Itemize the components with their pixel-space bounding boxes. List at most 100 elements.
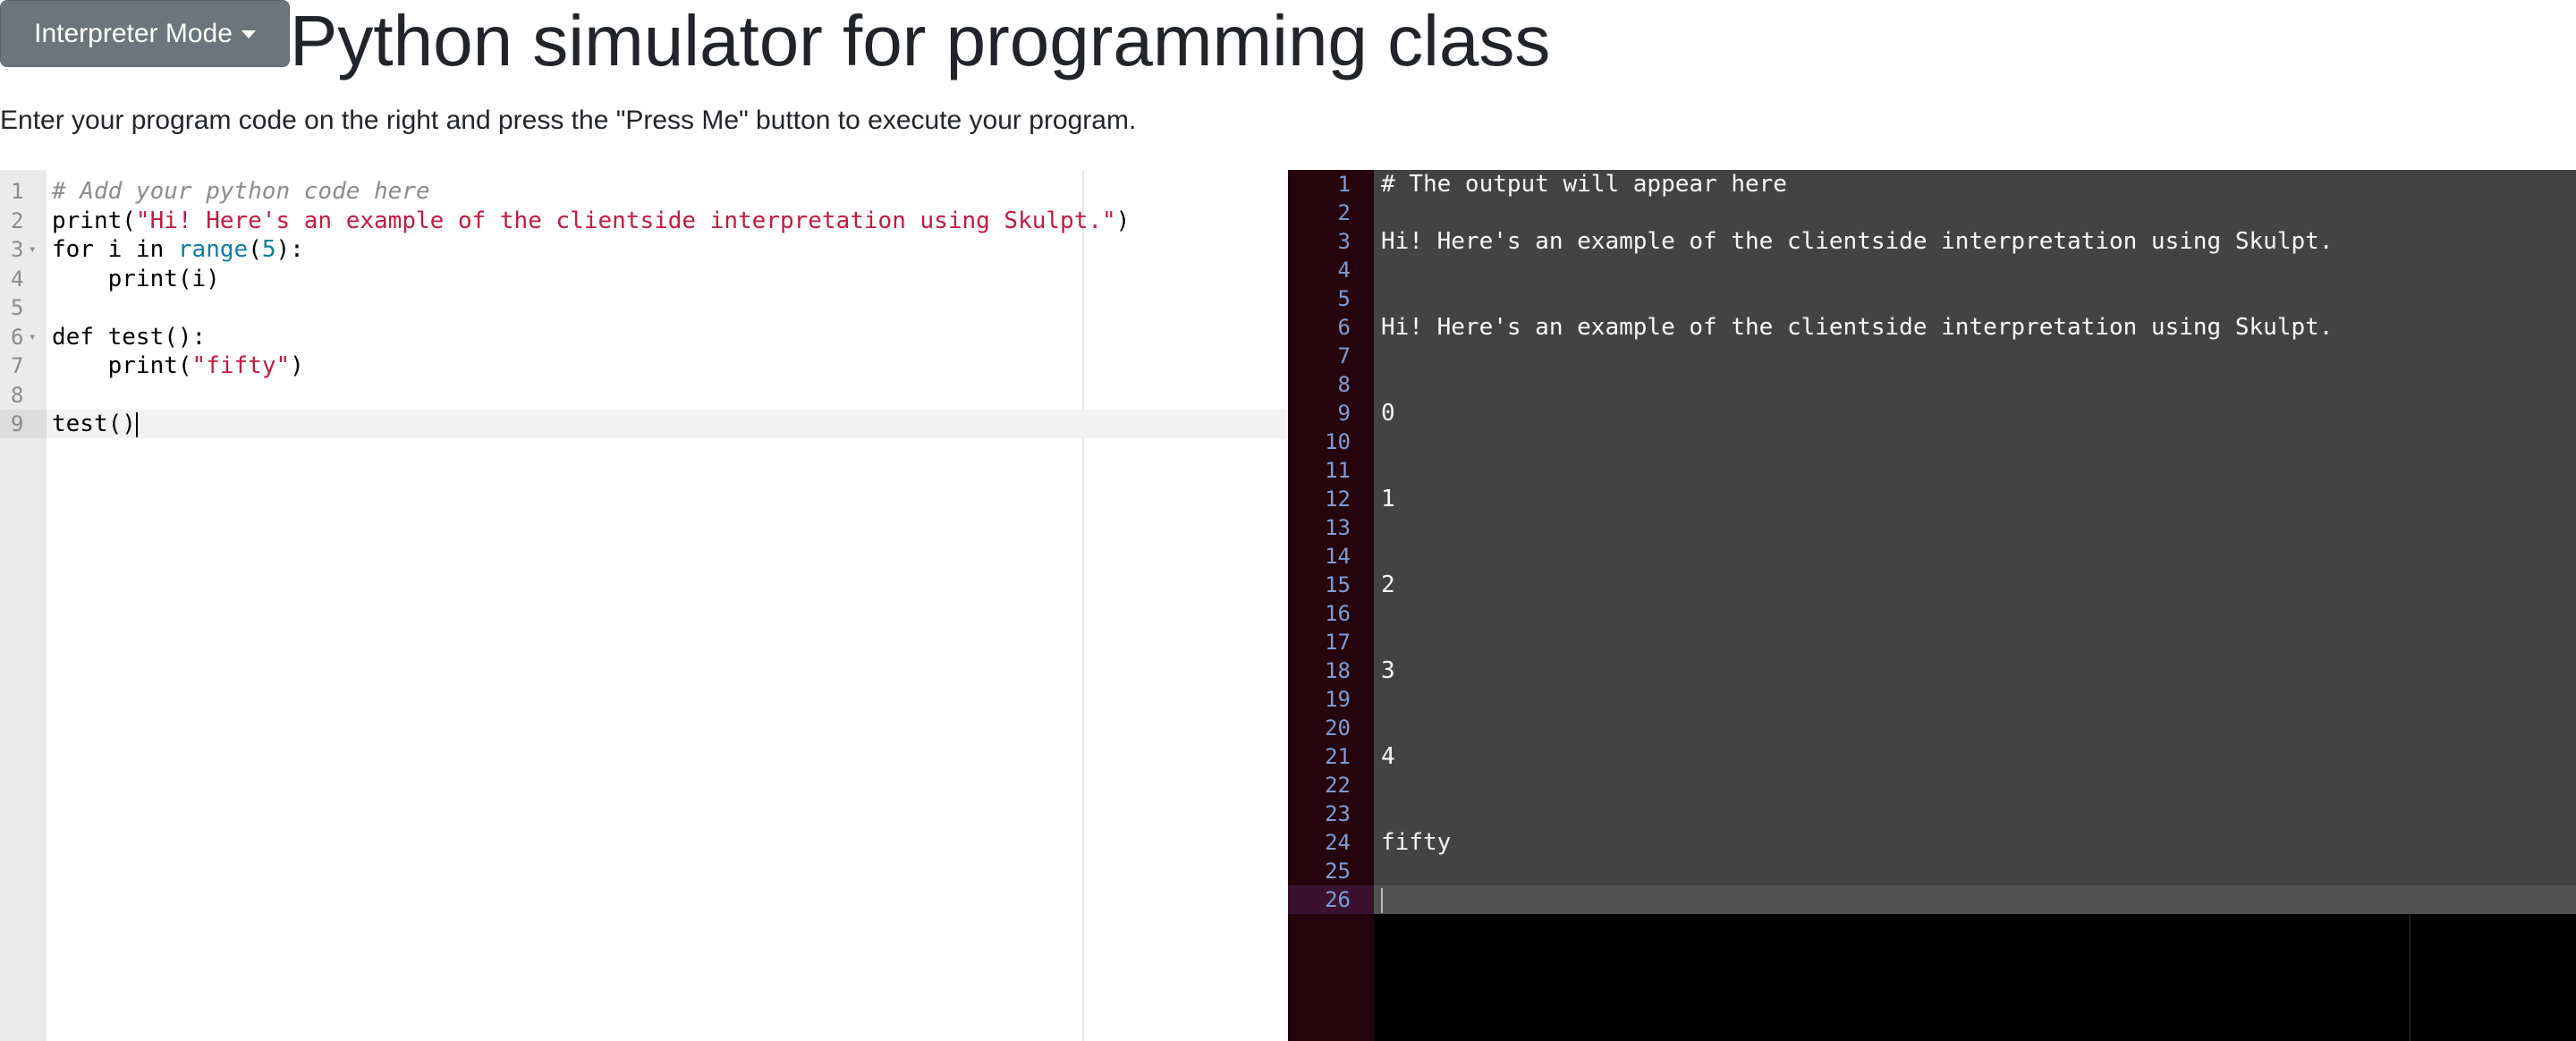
output-line-number: 1	[1337, 172, 1351, 197]
output-line-number: 2	[1337, 200, 1351, 225]
output-line-text	[1374, 599, 2576, 628]
editor-line[interactable]: 2 print("Hi! Here's an example of the cli…	[0, 207, 1288, 235]
editor-line-number: 5	[11, 295, 24, 320]
output-line: 7	[1288, 342, 2576, 370]
fold-toggle-icon[interactable]: ▾	[29, 235, 36, 264]
output-line-number: 25	[1325, 859, 1351, 884]
editor-line-code: # Add your python code here	[52, 177, 430, 206]
code-editor[interactable]: 1 # Add your python code here 2 print("Hi! …	[0, 170, 1288, 1041]
output-line-text	[1374, 885, 2576, 914]
editor-line-number: 8	[11, 382, 24, 408]
code-token: print(i)	[52, 265, 220, 292]
output-line-text: Hi! Here's an example of the clientside …	[1381, 228, 2334, 255]
editor-line[interactable]: 7 print("fifty")	[0, 351, 1288, 380]
output-line-text	[1374, 628, 2576, 656]
output-console[interactable]: 1 # The output will appear here 2 3 Hi! Here…	[1288, 170, 2576, 1041]
output-line-number: 4	[1337, 258, 1351, 283]
editor-line[interactable]: 8	[0, 381, 1288, 410]
editor-line[interactable]: 3 ▾ for i in range(5):	[0, 235, 1288, 264]
code-token: (	[248, 236, 262, 263]
code-token: "fifty"	[191, 352, 291, 379]
output-line-number: 9	[1337, 401, 1351, 426]
output-line-text	[1374, 800, 2576, 828]
editor-line-code: print(i)	[52, 265, 220, 293]
code-token: test():	[93, 323, 207, 351]
output-line-text	[1374, 284, 2576, 313]
output-line-number: 20	[1325, 715, 1351, 741]
output-line-number: 19	[1325, 687, 1351, 712]
output-line: 15 2	[1288, 571, 2576, 599]
output-line: 12 1	[1288, 485, 2576, 513]
output-line-text	[1374, 370, 2576, 399]
output-line-number: 26	[1288, 885, 1374, 914]
output-divider	[2409, 914, 2411, 1041]
output-line-number: 18	[1325, 658, 1351, 683]
editor-line-number: 6	[11, 324, 24, 350]
output-line-number: 21	[1325, 744, 1351, 769]
output-line-number: 15	[1325, 572, 1351, 597]
editor-line-code: print("fifty")	[52, 351, 304, 380]
fold-toggle-icon[interactable]: ▾	[29, 323, 36, 351]
output-line: 24 fifty	[1288, 828, 2576, 857]
editor-line[interactable]: 1 # Add your python code here	[0, 177, 1288, 206]
output-cursor	[1381, 887, 1383, 913]
output-line-text: 0	[1381, 400, 1395, 427]
editor-line-code: print("Hi! Here's an example of the clie…	[52, 207, 1130, 235]
output-line: 17	[1288, 628, 2576, 656]
editor-line-number: 4	[11, 266, 24, 292]
output-line-text: 1	[1381, 486, 1395, 512]
code-token: # Add your python code here	[52, 178, 430, 205]
code-token: )	[290, 352, 304, 379]
output-line-text: 4	[1381, 743, 1395, 770]
output-line: 2	[1288, 199, 2576, 227]
output-line-text: 3	[1381, 657, 1395, 684]
code-token: "Hi! Here's an example of the clientside…	[135, 207, 1116, 234]
output-line: 8	[1288, 370, 2576, 399]
output-line: 22	[1288, 771, 2576, 800]
output-line-text	[1374, 857, 2576, 885]
output-line: 13	[1288, 513, 2576, 542]
output-line-text: fifty	[1381, 829, 1452, 856]
output-line-text	[1374, 342, 2576, 370]
output-line: 6 Hi! Here's an example of the clientside…	[1288, 313, 2576, 342]
interpreter-mode-label: Interpreter Mode	[34, 18, 233, 48]
output-line: 21 4	[1288, 742, 2576, 771]
editor-line-number: 2	[11, 207, 24, 233]
output-line-number: 22	[1325, 773, 1351, 798]
code-token: test()	[52, 410, 136, 437]
editor-line[interactable]: 5	[0, 293, 1288, 322]
output-line-text	[1374, 771, 2576, 800]
output-line-number: 8	[1337, 372, 1351, 397]
output-line-number: 13	[1325, 515, 1351, 540]
editor-line[interactable]: 4 print(i)	[0, 265, 1288, 293]
output-line: 3 Hi! Here's an example of the clientside…	[1288, 227, 2576, 256]
output-line-number: 24	[1325, 830, 1351, 855]
output-line: 18 3	[1288, 656, 2576, 685]
output-line: 5	[1288, 284, 2576, 313]
output-line-number: 7	[1337, 343, 1351, 368]
output-line-number: 10	[1325, 429, 1351, 454]
code-token: range	[177, 236, 249, 263]
text-cursor	[135, 411, 138, 437]
output-line-text	[1374, 714, 2576, 742]
interpreter-mode-button[interactable]: Interpreter Mode	[0, 0, 290, 67]
output-line-text	[1374, 456, 2576, 485]
output-line: 11	[1288, 456, 2576, 485]
output-line-text	[1374, 685, 2576, 714]
code-token: print(	[52, 352, 192, 379]
editor-line-number: 7	[11, 353, 24, 378]
output-line: 23	[1288, 800, 2576, 828]
intro-text: Enter your program code on the right and…	[0, 106, 1137, 135]
output-line-text: Hi! Here's an example of the clientside …	[1381, 314, 2334, 341]
output-line-number: 6	[1337, 315, 1351, 340]
editor-line[interactable]: 6 ▾ def test():	[0, 323, 1288, 351]
output-line-text	[1374, 199, 2576, 227]
output-line-text	[1374, 513, 2576, 542]
output-line-number: 14	[1325, 544, 1351, 569]
editor-line-code: def test():	[52, 323, 206, 351]
output-line-number: 5	[1337, 286, 1351, 311]
editor-line[interactable]: 9 test()	[0, 410, 1288, 438]
output-line: 19	[1288, 685, 2576, 714]
editor-line-code: test()	[52, 410, 138, 438]
